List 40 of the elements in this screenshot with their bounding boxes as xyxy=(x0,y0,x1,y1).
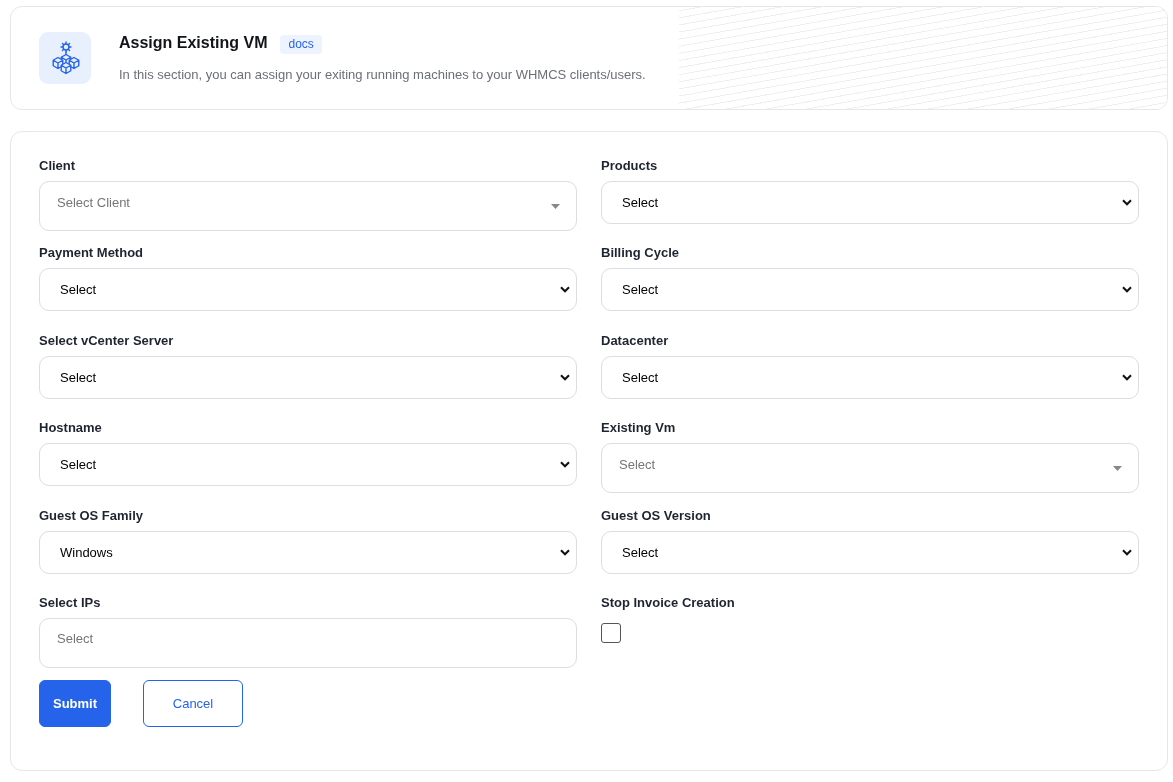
chevron-down-icon xyxy=(1122,199,1132,206)
docs-link[interactable]: docs xyxy=(280,35,322,54)
caret-down-icon xyxy=(1113,466,1122,472)
field-label: Stop Invoice Creation xyxy=(601,594,735,611)
dropdown-field[interactable]: Select xyxy=(601,268,1139,312)
dropdown-field[interactable]: Select xyxy=(39,443,577,487)
chevron-down-icon xyxy=(560,461,570,469)
field-label: Existing Vm xyxy=(601,420,676,437)
field-label: Products xyxy=(601,158,658,174)
dropdown-field[interactable]: Windows xyxy=(39,530,577,574)
dropdown-field[interactable]: Select xyxy=(601,530,1139,574)
chevron-down-icon xyxy=(560,373,570,381)
dropdown-field[interactable]: Select xyxy=(39,268,577,312)
multi-choice-field[interactable]: Select xyxy=(39,617,577,668)
field-label: Payment Method xyxy=(39,245,143,262)
caret-down-icon xyxy=(551,204,560,209)
field-label: Guest OS Family xyxy=(39,507,144,524)
field-label: Select vCenter Server xyxy=(39,332,174,349)
field-label: Datacenter xyxy=(601,332,669,349)
field-label: Billing Cycle xyxy=(601,245,680,262)
field-label: Guest OS Version xyxy=(601,507,711,524)
dropdown-field[interactable]: Select xyxy=(39,355,577,399)
cancel-button[interactable]: Cancel xyxy=(143,679,243,727)
cubes-gear-icon xyxy=(39,32,91,84)
chevron-down-icon xyxy=(1122,548,1132,556)
combo-box-field[interactable]: Select Client xyxy=(39,181,577,231)
field-label: Select IPs xyxy=(39,594,101,611)
chevron-down-icon xyxy=(1122,373,1132,381)
page-description: In this section, you can assign your exiting running machines to your WHMCS clients/users. xyxy=(119,67,646,83)
submit-button[interactable]: Submit xyxy=(39,679,111,727)
chevron-down-icon xyxy=(1122,286,1132,294)
chevron-down-icon xyxy=(560,548,570,556)
dropdown-field[interactable]: Select xyxy=(601,355,1139,399)
chevron-down-icon xyxy=(560,286,570,294)
field-label: Hostname xyxy=(39,420,102,437)
combo-box-field[interactable]: Select xyxy=(601,443,1139,494)
checkbox[interactable] xyxy=(601,622,621,643)
page-title: Assign Existing VM xyxy=(119,33,268,53)
dropdown-field[interactable]: Select xyxy=(601,181,1139,224)
field-label: Client xyxy=(39,158,76,174)
